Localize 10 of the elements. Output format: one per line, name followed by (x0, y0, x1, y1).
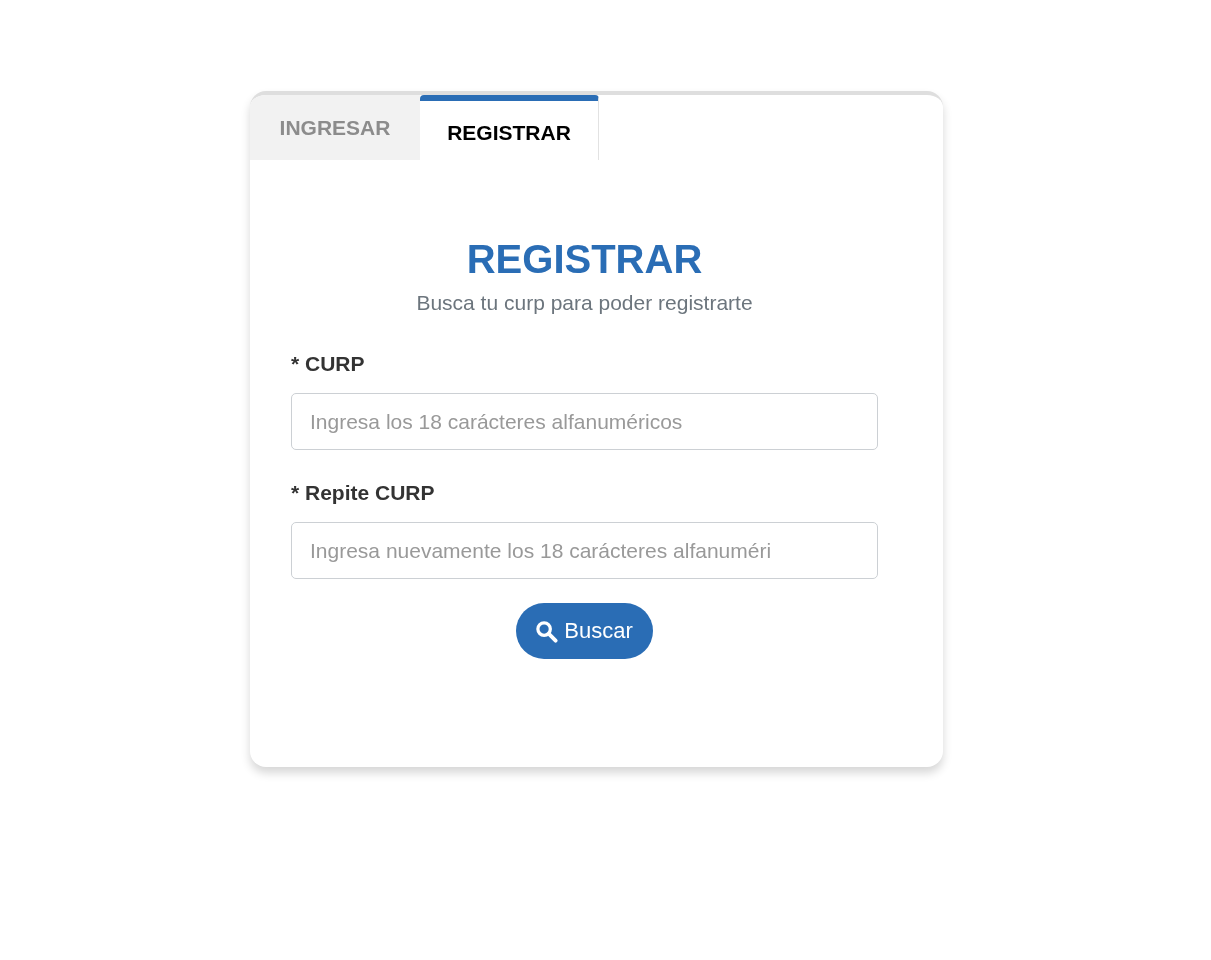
field-label: * Repite CURP (291, 480, 436, 506)
form-subtitle: Busca tu curp para poder registrarte (415, 290, 754, 316)
search-icon (535, 619, 559, 643)
field-label: * CURP (291, 351, 366, 377)
tab[interactable]: REGISTRAR (420, 95, 599, 160)
search-button[interactable]: Buscar (516, 603, 653, 659)
input-field[interactable]: Ingresa los 18 carácteres alfanuméricos (291, 393, 878, 450)
tab[interactable]: INGRESAR (250, 95, 420, 160)
form-title: REGISTRAR (465, 236, 704, 283)
input-field[interactable]: Ingresa nuevamente los 18 carácteres alfanuméri (291, 522, 878, 579)
